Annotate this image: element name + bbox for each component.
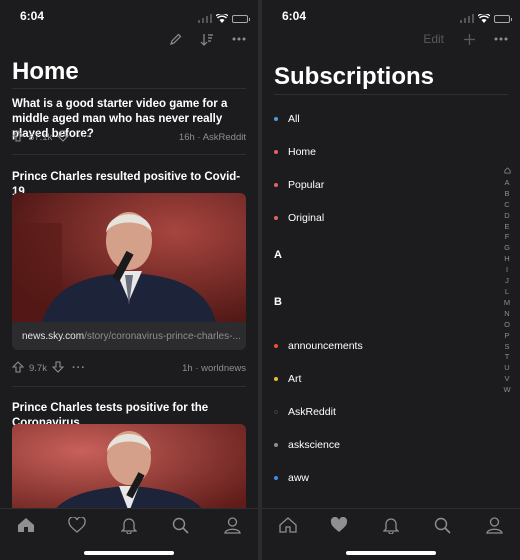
add-icon[interactable] — [462, 32, 476, 46]
subreddit-dot-icon — [274, 443, 278, 447]
vote-count: 9.7k — [29, 362, 47, 374]
tab-home[interactable] — [15, 517, 37, 539]
index-letter[interactable]: I — [506, 265, 508, 276]
page-title: Home — [12, 58, 79, 85]
subscription-item-art[interactable]: Art — [274, 370, 496, 388]
home-indicator — [84, 551, 174, 555]
tab-notifications[interactable] — [118, 517, 140, 539]
subscription-item-announcements[interactable]: announcements — [274, 337, 496, 355]
wifi-icon — [215, 10, 229, 28]
index-letter[interactable]: W — [503, 385, 510, 396]
divider — [12, 88, 246, 89]
subreddit-dot-icon — [274, 410, 278, 414]
subscription-item-original[interactable]: Original — [274, 209, 496, 227]
subreddit-dot-icon — [274, 344, 278, 348]
divider — [274, 94, 508, 95]
tab-profile[interactable] — [483, 517, 505, 539]
subscription-item-aww[interactable]: aww — [274, 469, 496, 487]
subscriptions-screen: 6:04 Edit Subscriptions All Home Popular… — [262, 0, 520, 560]
compose-icon[interactable] — [168, 32, 182, 46]
subscription-item-askscience[interactable]: askscience — [274, 436, 496, 454]
signal-icon — [198, 10, 212, 28]
subreddit-dot-icon — [274, 476, 278, 480]
upvote-icon[interactable] — [11, 360, 25, 376]
index-letter[interactable]: O — [504, 320, 510, 331]
tab-profile[interactable] — [221, 517, 243, 539]
downvote-icon[interactable] — [56, 129, 70, 145]
index-letter[interactable]: S — [504, 342, 509, 353]
post-more-icon[interactable]: ··· — [72, 362, 86, 374]
index-letter[interactable]: N — [504, 309, 509, 320]
post-more-icon[interactable]: ··· — [77, 131, 91, 143]
subscription-item-askreddit[interactable]: AskReddit — [274, 403, 496, 421]
battery-icon — [232, 15, 250, 23]
post-age-subreddit[interactable]: 1h · worldnews — [182, 363, 246, 374]
news-photo — [12, 424, 246, 514]
index-letter[interactable]: V — [504, 374, 509, 385]
index-home-icon[interactable] — [503, 167, 511, 178]
section-header-a: A — [274, 249, 282, 261]
page-title: Subscriptions — [274, 63, 435, 90]
index-letter[interactable]: T — [505, 352, 510, 363]
subreddit-dot-icon — [274, 150, 278, 154]
index-letter[interactable]: C — [504, 200, 509, 211]
subreddit-dot-icon — [274, 183, 278, 187]
tab-favorites[interactable] — [66, 517, 88, 539]
tab-notifications[interactable] — [380, 517, 402, 539]
divider — [12, 386, 246, 387]
post-age-subreddit[interactable]: 16h · AskReddit — [179, 132, 246, 143]
divider — [12, 154, 246, 155]
status-bar: 6:04 — [0, 0, 258, 30]
signal-icon — [460, 10, 474, 28]
subreddit-dot-icon — [274, 216, 278, 220]
index-letter[interactable]: A — [504, 178, 509, 189]
index-letter[interactable]: M — [504, 298, 510, 309]
home-screen: 6:04 Home What is a good starter video g… — [0, 0, 258, 560]
edit-button[interactable]: Edit — [423, 32, 444, 46]
index-letter[interactable]: E — [504, 222, 509, 233]
link-preview-card[interactable] — [12, 424, 246, 514]
index-letter[interactable]: U — [504, 363, 509, 374]
section-header-b: B — [274, 296, 282, 308]
subreddit-dot-icon — [274, 377, 278, 381]
link-domain: news.sky.com — [22, 330, 85, 342]
battery-icon — [494, 15, 512, 23]
index-letter[interactable]: L — [505, 287, 509, 298]
status-time: 6:04 — [282, 9, 307, 23]
index-letter[interactable]: D — [504, 211, 509, 222]
post-meta: 67.1k ··· 16h · AskReddit — [11, 129, 246, 145]
status-bar: 6:04 — [262, 0, 520, 30]
index-letter[interactable]: H — [504, 254, 509, 265]
wifi-icon — [477, 10, 491, 28]
subscription-item-home[interactable]: Home — [274, 143, 496, 161]
link-url[interactable]: news.sky.com/story/coronavirus-prince-ch… — [12, 322, 246, 350]
downvote-icon[interactable] — [51, 360, 65, 376]
vote-count: 67.1k — [29, 131, 53, 143]
news-photo — [12, 193, 246, 322]
subscription-item-popular[interactable]: Popular — [274, 176, 496, 194]
subreddit-dot-icon — [274, 117, 278, 121]
post-meta: 9.7k ··· 1h · worldnews — [11, 360, 246, 376]
tab-search[interactable] — [170, 517, 192, 539]
section-index[interactable]: A B C D E F G H I J L M N O P S T U V W — [502, 167, 512, 396]
index-letter[interactable]: P — [504, 331, 509, 342]
subscription-item-all[interactable]: All — [274, 110, 496, 128]
tab-home[interactable] — [277, 517, 299, 539]
index-letter[interactable]: B — [504, 189, 509, 200]
index-letter[interactable]: F — [505, 232, 510, 243]
home-indicator — [346, 551, 436, 555]
index-letter[interactable]: G — [504, 243, 510, 254]
sort-icon[interactable] — [200, 32, 214, 46]
index-letter[interactable]: J — [505, 276, 509, 287]
status-time: 6:04 — [20, 9, 45, 23]
tab-search[interactable] — [432, 517, 454, 539]
link-preview-card[interactable]: news.sky.com/story/coronavirus-prince-ch… — [12, 193, 246, 350]
more-icon[interactable] — [494, 32, 508, 46]
link-path: /story/coronavirus-prince-charles-... — [84, 330, 241, 342]
more-icon[interactable] — [232, 32, 246, 46]
tab-favorites[interactable] — [328, 517, 350, 539]
upvote-icon[interactable] — [11, 129, 25, 145]
